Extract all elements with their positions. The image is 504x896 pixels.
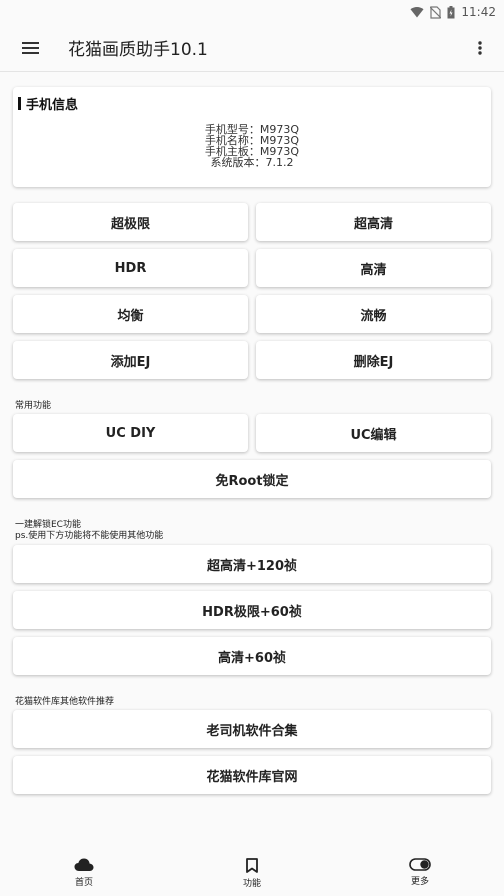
battery-icon: [447, 5, 455, 18]
phone-info-title: 手机信息: [18, 94, 78, 113]
menu-icon: [21, 41, 39, 54]
add-ej-button[interactable]: 添加EJ: [13, 341, 248, 379]
smooth-button[interactable]: 流畅: [256, 295, 491, 333]
app-bar: 花猫画质助手10.1: [0, 24, 504, 72]
unlock-ec-label: 一建解锁EC功能: [15, 520, 81, 530]
phone-info-lines: 手机型号：M973Q 手机名称：M973Q 手机主板：M973Q 系统版本：7.…: [13, 124, 491, 168]
more-vert-icon: [478, 40, 482, 55]
menu-button[interactable]: [0, 24, 60, 72]
app-title: 花猫画质助手10.1: [68, 40, 208, 60]
wifi-icon: [410, 6, 424, 18]
official-site-button[interactable]: 花猫软件库官网: [13, 756, 491, 794]
nav-functions[interactable]: 功能: [168, 852, 336, 896]
nav-home[interactable]: 首页: [0, 852, 168, 896]
no-root-lock-button[interactable]: 免Root锁定: [13, 460, 491, 498]
app-screen: 11:42 花猫画质助手10.1 手机信息 手机型号：M973Q 手机名称：M9…: [0, 0, 504, 896]
unlock-warning-label: ps.使用下方功能将不能使用其他功能: [15, 531, 164, 541]
no-sim-icon: [430, 5, 442, 19]
ultra-limit-button[interactable]: 超极限: [13, 203, 248, 241]
phone-info-title-text: 手机信息: [26, 98, 79, 113]
uc-edit-button[interactable]: UC编辑: [256, 414, 491, 452]
hdr-limit-60fps-button[interactable]: HDR极限+60祯: [13, 591, 491, 629]
driver-collection-button[interactable]: 老司机软件合集: [13, 710, 491, 748]
cloud-icon: [74, 858, 94, 871]
bottom-navigation: 首页 功能 更多: [0, 852, 504, 896]
hdr-button[interactable]: HDR: [13, 249, 248, 287]
system-version: 系统版本：7.1.2: [210, 156, 294, 169]
status-time: 11:42: [461, 5, 496, 19]
delete-ej-button[interactable]: 删除EJ: [256, 341, 491, 379]
balanced-button[interactable]: 均衡: [13, 295, 248, 333]
hd-button[interactable]: 高清: [256, 249, 491, 287]
uc-diy-button[interactable]: UC DIY: [13, 414, 248, 452]
recommend-label: 花猫软件库其他软件推荐: [15, 697, 115, 707]
nav-home-label: 首页: [74, 878, 93, 888]
common-functions-label: 常用功能: [15, 401, 52, 411]
ultra-hd-button[interactable]: 超高清: [256, 203, 491, 241]
hd-60fps-button[interactable]: 高清+60祯: [13, 637, 491, 675]
status-bar: 11:42: [0, 0, 504, 24]
toggle-icon: [409, 858, 431, 871]
nav-functions-label: 功能: [242, 879, 261, 889]
nav-more-label: 更多: [410, 877, 429, 887]
bookmark-icon: [246, 858, 258, 873]
overflow-menu-button[interactable]: [456, 24, 504, 72]
phone-info-card: 手机信息 手机型号：M973Q 手机名称：M973Q 手机主板：M973Q 系统…: [13, 87, 491, 187]
ultra-hd-120fps-button[interactable]: 超高清+120祯: [13, 545, 491, 583]
title-accent-bar: [18, 97, 21, 110]
nav-more[interactable]: 更多: [336, 852, 504, 896]
